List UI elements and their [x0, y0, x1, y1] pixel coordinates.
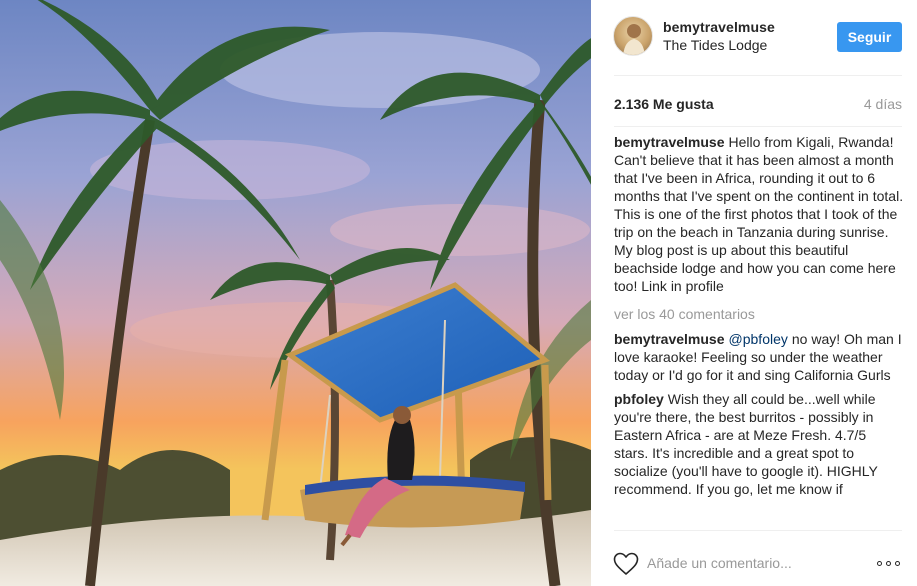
photo-illustration — [0, 0, 591, 586]
avatar[interactable] — [613, 16, 653, 56]
dot — [877, 561, 882, 566]
comment-item: bemytravelmuse @pbfoley no way! Oh man I l… — [614, 330, 904, 384]
follow-button[interactable]: Seguir — [837, 22, 902, 52]
caption-username[interactable]: bemytravelmuse — [614, 134, 725, 150]
more-options-icon[interactable] — [877, 555, 903, 571]
add-comment-input[interactable] — [647, 550, 847, 576]
comments-list[interactable]: bemytravelmuse Hello from Kigali, Rwanda!… — [614, 133, 904, 529]
comment-mention[interactable]: @pbfoley — [729, 331, 788, 347]
avatar-image — [623, 24, 645, 55]
likes-divider — [614, 126, 902, 127]
post-location[interactable]: The Tides Lodge — [663, 37, 767, 53]
comment-username[interactable]: pbfoley — [614, 391, 664, 407]
comment-username[interactable]: bemytravelmuse — [614, 331, 725, 347]
post-header: bemytravelmuse The Tides Lodge Seguir — [591, 0, 917, 76]
likes-row: 2.136 Me gusta 4 días — [614, 96, 902, 114]
likes-count[interactable]: 2.136 Me gusta — [614, 96, 714, 112]
dot — [886, 561, 891, 566]
header-divider — [614, 75, 902, 76]
post-footer — [591, 530, 917, 586]
view-all-comments-link[interactable]: ver los 40 comentarios — [614, 305, 904, 323]
heart-outline-icon[interactable] — [613, 552, 639, 576]
post-timestamp[interactable]: 4 días — [864, 96, 902, 112]
author-username[interactable]: bemytravelmuse — [663, 19, 775, 35]
post-side-panel: bemytravelmuse The Tides Lodge Seguir 2.… — [591, 0, 917, 586]
caption-text: Hello from Kigali, Rwanda! Can't believe… — [614, 134, 904, 294]
caption: bemytravelmuse Hello from Kigali, Rwanda!… — [614, 133, 904, 295]
comment-item: pbfoley Wish they all could be...well whi… — [614, 390, 904, 498]
footer-divider — [614, 530, 902, 531]
dot — [895, 561, 900, 566]
post-photo[interactable] — [0, 0, 591, 586]
